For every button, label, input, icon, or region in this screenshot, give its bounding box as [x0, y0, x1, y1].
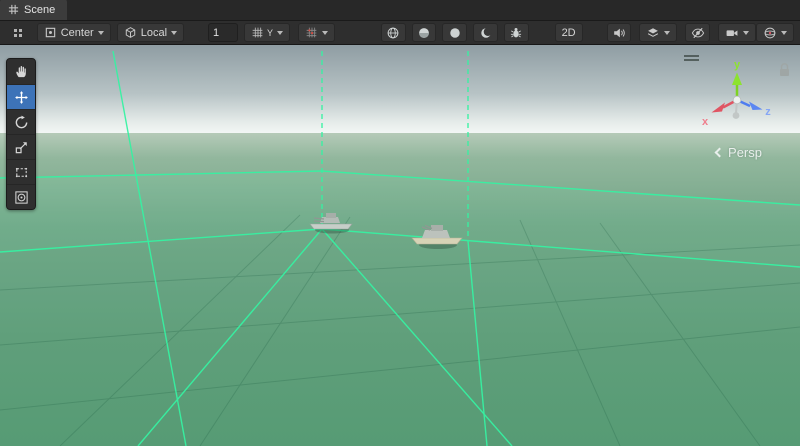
scene-skybox-button[interactable] — [473, 23, 498, 42]
selection-volume-tint — [0, 171, 800, 446]
axis-z-label: z — [765, 106, 771, 118]
shaded-sphere-icon — [417, 26, 431, 40]
mode-2d-label: 2D — [562, 27, 576, 39]
chevron-down-icon — [171, 31, 177, 35]
scale-tool-button[interactable] — [7, 134, 35, 159]
projection-label: Persp — [728, 145, 762, 160]
rect-icon — [14, 165, 29, 180]
chevron-down-icon — [322, 31, 328, 35]
scale-icon — [14, 140, 29, 155]
scene-shading-button[interactable] — [442, 23, 467, 42]
unity-scene-window: Scene Center Local — [0, 0, 800, 446]
mode-2d-toggle[interactable]: 2D — [555, 23, 583, 42]
bug-icon — [509, 26, 523, 40]
scene-visibility-toggle[interactable] — [685, 23, 710, 42]
overlay-grid-handle-button[interactable] — [6, 23, 31, 42]
orientation-dropdown[interactable]: Local — [117, 23, 184, 42]
axis-y-label: y — [734, 59, 741, 71]
scene-viewport[interactable]: x y z Persp — [0, 45, 800, 446]
rect-tool-button[interactable] — [7, 159, 35, 184]
snap-settings-dropdown[interactable] — [298, 23, 335, 42]
grid-axis-letter: Y — [267, 28, 273, 38]
scene-render: x y z — [0, 45, 800, 446]
chevron-down-icon — [664, 31, 670, 35]
pivot-mode-dropdown[interactable]: Center — [37, 23, 111, 42]
chevron-down-icon — [743, 31, 749, 35]
draw-mode-button[interactable] — [381, 23, 406, 42]
transform-tool-button[interactable] — [7, 184, 35, 209]
white-circle-icon — [448, 26, 462, 40]
gizmos-dropdown[interactable] — [756, 23, 794, 42]
move-icon — [14, 90, 29, 105]
gizmo-sphere-icon — [763, 26, 777, 40]
move-tool-button[interactable] — [7, 84, 35, 109]
axis-center-handle[interactable] — [733, 96, 741, 104]
transform-icon — [14, 190, 29, 205]
snap-grid-icon — [305, 26, 318, 39]
layers-icon — [646, 26, 660, 40]
scene-effects-dropdown[interactable] — [639, 23, 677, 42]
orientation-label: Local — [141, 27, 167, 39]
scene-lighting-button[interactable] — [412, 23, 437, 42]
projection-toggle[interactable]: Persp — [716, 145, 762, 160]
grid-plane-icon — [251, 26, 264, 39]
eye-slash-icon — [691, 26, 705, 40]
axis-x-label: x — [702, 116, 709, 128]
scene-camera-dropdown[interactable] — [718, 23, 756, 42]
wireframe-globe-icon — [386, 26, 400, 40]
cube-icon — [124, 26, 137, 39]
hand-tool-button[interactable] — [7, 59, 35, 84]
tool-palette — [6, 58, 36, 210]
scene-fx-button[interactable] — [504, 23, 529, 42]
axis-neg-y-handle[interactable] — [733, 112, 740, 119]
grid-tab-icon — [8, 4, 19, 15]
pivot-mode-label: Center — [61, 27, 94, 39]
tab-scene[interactable]: Scene — [0, 0, 67, 20]
pivot-center-icon — [44, 26, 57, 39]
dots-grid-icon — [12, 27, 24, 39]
tab-bar: Scene — [0, 0, 800, 21]
grid-axis-dropdown[interactable]: Y — [244, 23, 290, 42]
hand-icon — [14, 64, 29, 79]
speaker-icon — [612, 26, 626, 40]
chevron-down-icon — [277, 31, 283, 35]
chevron-left-icon — [715, 148, 725, 158]
scene-toolbar: Center Local Y — [0, 21, 800, 45]
chevron-down-icon — [781, 31, 787, 35]
snap-increment-input[interactable] — [208, 23, 238, 42]
tab-scene-label: Scene — [24, 4, 55, 16]
camera-icon — [725, 26, 739, 40]
scene-audio-toggle[interactable] — [607, 23, 632, 42]
rotate-tool-button[interactable] — [7, 109, 35, 134]
rotate-icon — [14, 115, 29, 130]
chevron-down-icon — [98, 31, 104, 35]
crescent-moon-icon — [479, 26, 493, 40]
